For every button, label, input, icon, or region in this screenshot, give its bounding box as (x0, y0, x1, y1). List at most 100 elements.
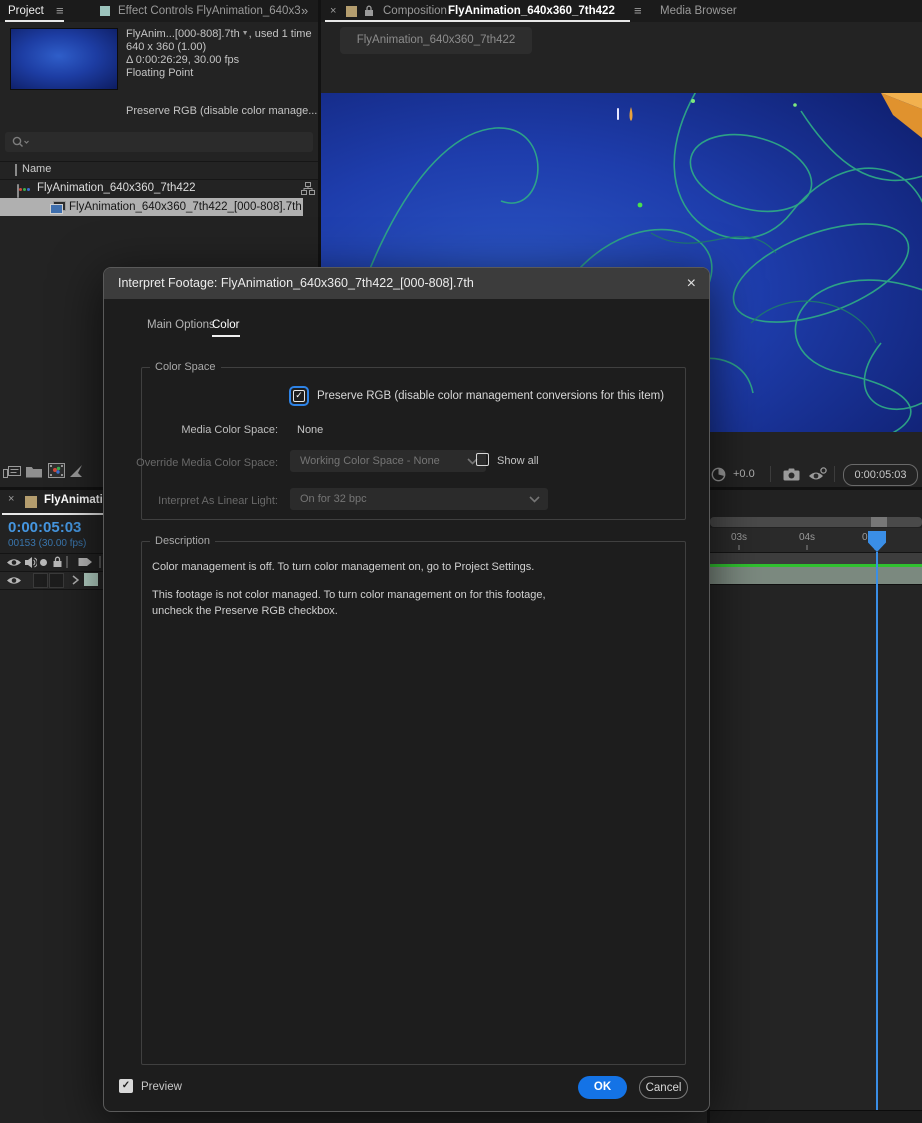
time-navigator-notch[interactable] (871, 517, 887, 527)
time-navigator[interactable] (710, 517, 922, 527)
override-media-color-space-label: Override Media Color Space: (118, 457, 278, 469)
interpret-footage-icon[interactable] (3, 464, 22, 480)
layer-switch-box[interactable] (33, 573, 48, 588)
timeline-tab-title[interactable]: FlyAnimati (44, 494, 103, 506)
lock-icon[interactable] (52, 556, 63, 568)
work-area-bar[interactable] (710, 553, 922, 564)
media-color-space-label: Media Color Space: (118, 424, 278, 436)
audio-icon[interactable] (24, 556, 37, 569)
footage-info: FlyAnim...[000-808].7th ▼, used 1 time 6… (126, 27, 312, 80)
column-handle[interactable] (15, 164, 17, 176)
tab-effect-controls[interactable]: Effect Controls FlyAnimation_640x3 (118, 0, 300, 22)
footage-dimensions: 640 x 360 (1.00) (126, 41, 312, 54)
layer-label-swatch[interactable] (84, 573, 98, 586)
close-tab-icon[interactable]: × (330, 0, 336, 22)
footage-name: FlyAnim...[000-808].7th (126, 28, 240, 40)
new-composition-icon[interactable] (48, 463, 65, 478)
label-color-square[interactable] (25, 496, 37, 508)
snapshot-camera-icon[interactable] (783, 468, 800, 481)
footage-duration: Δ 0:00:26:29, 30.00 fps (126, 54, 312, 67)
layer-duration-bar[interactable] (710, 567, 922, 585)
search-input[interactable] (5, 132, 313, 152)
column-divider (66, 556, 68, 568)
cancel-button[interactable]: Cancel (639, 1076, 688, 1099)
preview-label[interactable]: Preview (141, 1081, 182, 1093)
toolbar-divider (770, 466, 771, 482)
composition-tabstrip: × Composition FlyAnimation_640x360_7th42… (321, 0, 922, 22)
footage-thumbnail (10, 28, 118, 90)
tab-overflow-icon[interactable]: » (301, 0, 308, 22)
label-column-icon[interactable] (78, 556, 93, 568)
ok-button[interactable]: OK (578, 1076, 627, 1099)
show-all-checkbox[interactable] (476, 453, 489, 466)
lock-icon[interactable] (364, 5, 374, 17)
footage-color-note: Preserve RGB (disable color manage... (126, 105, 317, 118)
ruler-label: 04s (799, 532, 815, 543)
override-media-color-space-select[interactable]: Working Color Space - None (290, 450, 486, 472)
check-icon: ✓ (294, 391, 304, 400)
ruler-label: 03s (731, 532, 747, 543)
expand-chevron-icon[interactable] (72, 575, 79, 585)
viewer-tab[interactable]: FlyAnimation_640x360_7th422 (340, 27, 532, 54)
interpret-linear-light-select[interactable]: On for 32 bpc (290, 488, 548, 510)
preserve-rgb-focus-ring: ✓ (289, 386, 309, 406)
composition-tab-prefix[interactable]: Composition (383, 0, 447, 22)
project-tabstrip: Project ≡ Effect Controls FlyAnimation_6… (0, 0, 320, 22)
check-icon: ✓ (122, 1080, 130, 1091)
dialog-tab-main-options[interactable]: Main Options (147, 319, 215, 331)
panel-group-icon (100, 6, 110, 16)
item-label: FlyAnimation_640x360_7th422_[000-808].7t… (69, 198, 302, 216)
list-header: Name (0, 161, 318, 180)
dropdown-triangle-icon[interactable]: ▼ (240, 30, 249, 37)
layer-switch-box[interactable] (49, 573, 64, 588)
panel-menu-icon[interactable]: ≡ (56, 0, 64, 22)
description-line-3: uncheck the Preserve RGB checkbox. (152, 605, 338, 617)
show-all-label[interactable]: Show all (497, 455, 539, 467)
tab-project[interactable]: Project (8, 0, 44, 22)
toolbar-divider (834, 466, 835, 482)
panel-menu-icon[interactable]: ≡ (634, 0, 642, 22)
track-background (710, 585, 922, 1110)
solo-icon[interactable] (40, 559, 47, 566)
description-legend: Description (150, 535, 215, 547)
label-color-square[interactable] (346, 6, 357, 17)
dialog-tab-color[interactable]: Color (212, 319, 239, 331)
item-label: FlyAnimation_640x360_7th422 (37, 179, 196, 197)
current-time-field[interactable]: 0:00:05:03 (843, 464, 918, 486)
app-window: Project ≡ Effect Controls FlyAnimation_6… (0, 0, 922, 1123)
timeline-tab-underline (2, 513, 103, 515)
exposure-value[interactable]: +0.0 (733, 468, 755, 480)
description-line-2: This footage is not color managed. To tu… (152, 589, 546, 601)
close-tab-icon[interactable]: × (8, 493, 14, 505)
description-line-1: Color management is off. To turn color m… (152, 561, 534, 573)
column-name[interactable]: Name (22, 163, 51, 175)
tab-media-browser[interactable]: Media Browser (660, 0, 737, 22)
flowchart-icon[interactable] (301, 182, 315, 195)
layer-row[interactable] (0, 572, 103, 590)
show-snapshot-icon[interactable] (808, 467, 828, 482)
playhead-line[interactable] (876, 552, 878, 1110)
time-ruler[interactable]: 03s 04s 05s (710, 528, 922, 553)
preserve-rgb-checkbox[interactable]: ✓ (293, 390, 305, 402)
preview-checkbox[interactable]: ✓ (119, 1079, 133, 1093)
eye-icon[interactable] (6, 557, 22, 568)
color-space-legend: Color Space (150, 361, 221, 373)
footage-depth: Floating Point (126, 67, 312, 80)
timeline-frames: 00153 (30.00 fps) (8, 538, 86, 549)
project-settings-icon[interactable] (69, 464, 84, 479)
dialog-tab-underline (212, 335, 240, 337)
composition-tab-title[interactable]: FlyAnimation_640x360_7th422 (448, 0, 615, 22)
list-item[interactable]: FlyAnimation_640x360_7th422 (0, 179, 318, 197)
preserve-rgb-label[interactable]: Preserve RGB (disable color management c… (317, 390, 664, 402)
layer-visibility-eye-icon[interactable] (6, 575, 22, 586)
dialog-close-icon[interactable]: × (687, 268, 696, 299)
new-folder-icon[interactable] (26, 464, 42, 478)
timeline-bottom-strip (710, 1110, 922, 1123)
list-item-selected[interactable]: FlyAnimation_640x360_7th422_[000-808].7t… (0, 198, 303, 216)
column-divider (99, 556, 101, 568)
exposure-icon[interactable] (711, 467, 726, 482)
media-color-space-value: None (297, 424, 323, 436)
dialog-title: Interpret Footage: FlyAnimation_640x360_… (118, 268, 474, 299)
dialog-titlebar[interactable]: Interpret Footage: FlyAnimation_640x360_… (104, 268, 709, 299)
timeline-timecode[interactable]: 0:00:05:03 (8, 519, 81, 536)
